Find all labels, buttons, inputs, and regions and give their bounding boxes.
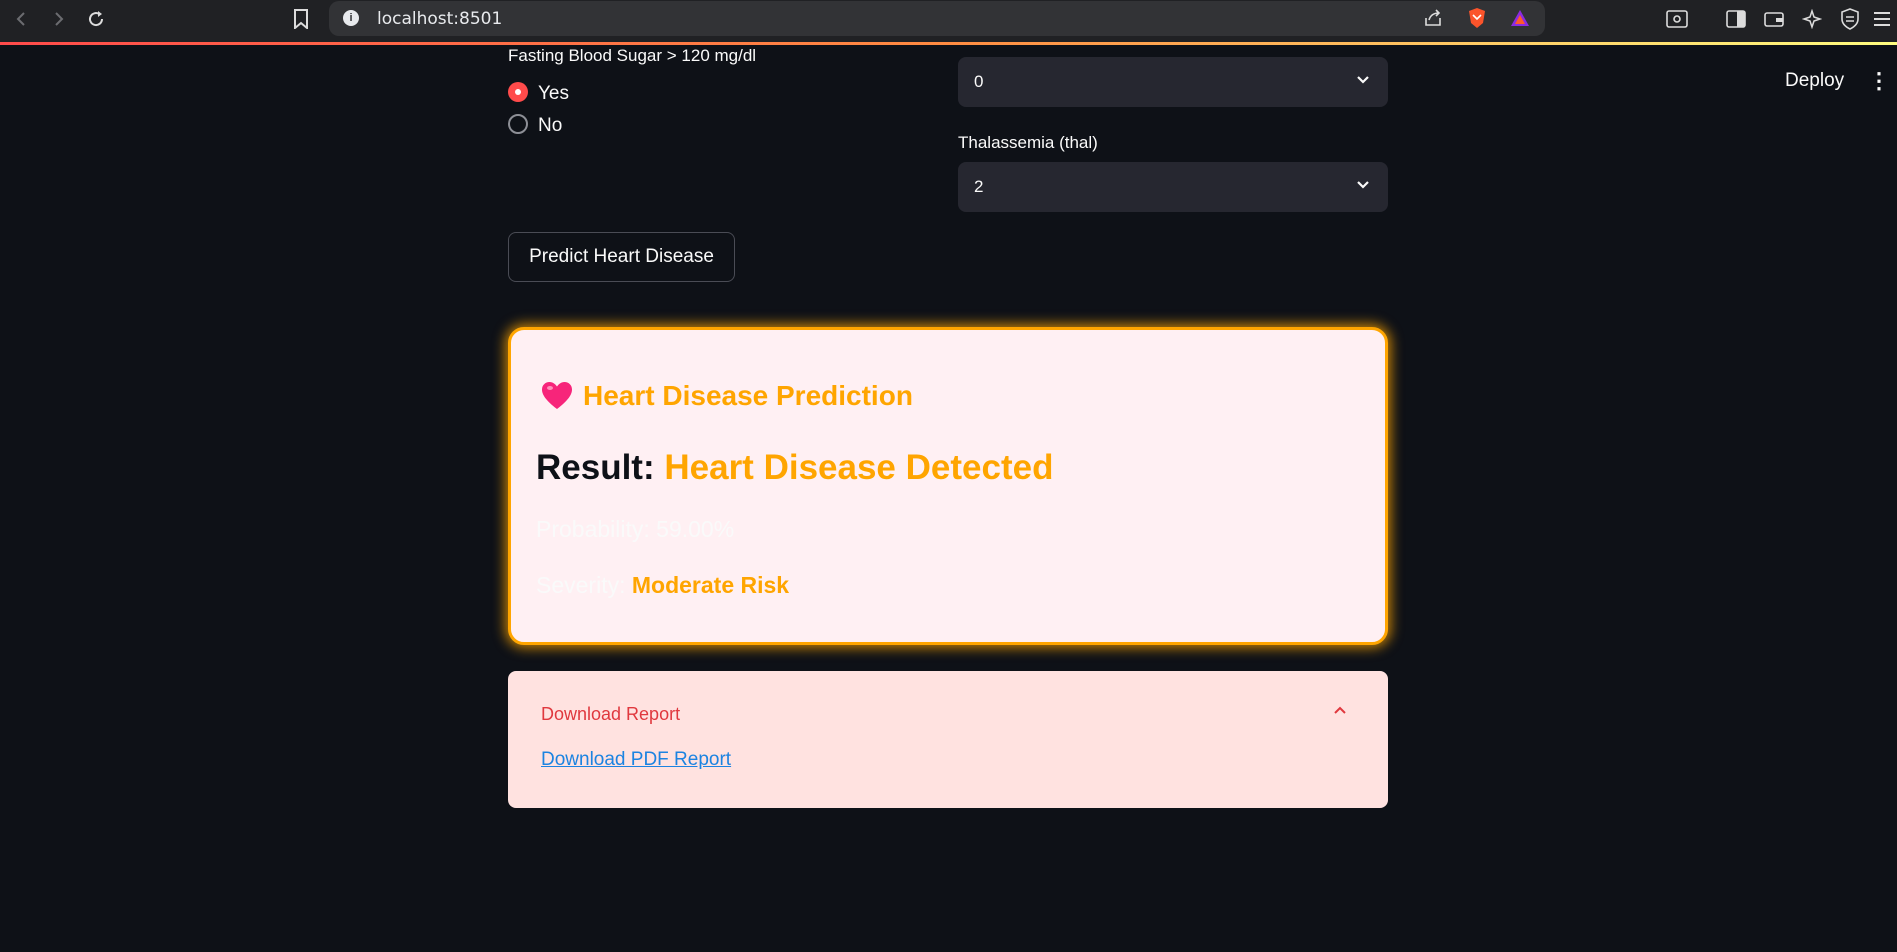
browser-menu-icon[interactable]	[1868, 5, 1896, 33]
download-pdf-link[interactable]: Download PDF Report	[541, 749, 731, 771]
browser-toolbar: i localhost:8501	[0, 0, 1897, 42]
predict-button[interactable]: Predict Heart Disease	[508, 232, 735, 282]
main-menu-icon[interactable]: ⋮	[1868, 70, 1890, 92]
reload-icon[interactable]	[82, 5, 110, 33]
download-report-expander: Download Report Download PDF Report	[508, 671, 1388, 808]
share-icon[interactable]	[1423, 8, 1443, 33]
address-bar[interactable]: i localhost:8501	[329, 1, 1545, 36]
result-prefix: Result:	[536, 448, 665, 487]
screenshot-icon[interactable]	[1663, 5, 1691, 33]
result-line: Result: Heart Disease Detected	[536, 448, 1053, 488]
radio-no-label[interactable]: No	[538, 115, 562, 137]
bookmark-icon[interactable]	[287, 5, 315, 33]
probability-text: Probability: 59.00%	[536, 516, 735, 542]
expander-title[interactable]: Download Report	[541, 704, 680, 725]
thal-select[interactable]: 2	[958, 162, 1388, 212]
card-title-text: Heart Disease Prediction	[583, 380, 913, 411]
severity-line: Severity: Moderate Risk	[536, 572, 789, 599]
chevron-up-icon[interactable]	[1330, 701, 1350, 721]
severity-prefix: Severity:	[536, 572, 632, 598]
chevron-down-icon	[1357, 181, 1369, 189]
site-info-icon[interactable]: i	[343, 10, 359, 26]
leo-ai-icon[interactable]	[1798, 5, 1826, 33]
fbs-label: Fasting Blood Sugar > 120 mg/dl	[508, 46, 757, 65]
vpn-shield-icon[interactable]	[1836, 5, 1864, 33]
ca-select[interactable]: 0	[958, 57, 1388, 107]
deploy-button[interactable]: Deploy	[1785, 70, 1844, 92]
forward-icon[interactable]	[44, 5, 72, 33]
thal-label: Thalassemia (thal)	[958, 133, 1098, 152]
brave-rewards-icon[interactable]	[1509, 8, 1531, 33]
ca-select-value: 0	[974, 72, 984, 91]
chevron-down-icon	[1357, 76, 1369, 84]
sidebar-icon[interactable]	[1722, 5, 1750, 33]
address-url: localhost:8501	[377, 9, 503, 29]
prediction-result-card: Heart Disease Prediction Result: Heart D…	[508, 327, 1388, 645]
severity-value: Moderate Risk	[631, 572, 790, 598]
radio-yes-label[interactable]: Yes	[538, 83, 569, 105]
wallet-icon[interactable]	[1760, 5, 1788, 33]
streamlit-top-decoration	[0, 42, 1897, 45]
heart-icon	[542, 382, 572, 409]
result-value: Heart Disease Detected	[664, 448, 1054, 487]
back-icon[interactable]	[8, 5, 36, 33]
brave-shield-icon[interactable]	[1467, 7, 1487, 34]
thal-select-value: 2	[974, 177, 984, 196]
radio-no[interactable]	[508, 114, 528, 134]
card-title: Heart Disease Prediction	[541, 380, 913, 412]
radio-yes[interactable]	[508, 82, 528, 102]
